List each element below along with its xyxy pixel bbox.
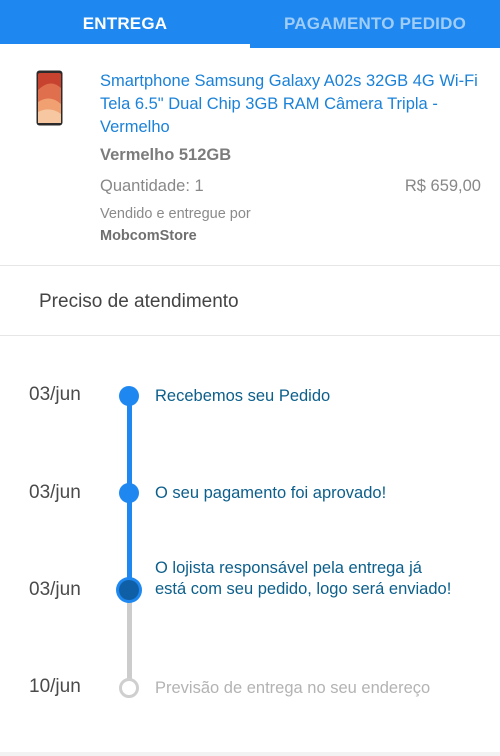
- delivery-timeline: 03/jun Recebemos seu Pedido 03/jun O seu…: [0, 336, 500, 756]
- tab-pagamento-pedido[interactable]: PAGAMENTO PEDIDO: [250, 0, 500, 48]
- timeline-date: 03/jun: [29, 579, 81, 600]
- product-price: R$ 659,00: [404, 177, 481, 195]
- seller-name: MobcomStore: [100, 228, 197, 244]
- smartphone-red-icon[interactable]: [36, 70, 63, 126]
- timeline-dot-current: [119, 580, 139, 600]
- product-variant: Vermelho 512GB: [100, 146, 232, 164]
- timeline-date: 03/jun: [29, 384, 81, 405]
- support-title: Preciso de atendimento: [39, 291, 239, 312]
- timeline-date: 03/jun: [29, 482, 81, 503]
- product-title-link[interactable]: Smartphone Samsung Galaxy A02s 32GB 4G W…: [100, 70, 490, 139]
- timeline-step-text: Recebemos seu Pedido: [155, 387, 331, 405]
- timeline-step-text: O seu pagamento foi aprovado!: [155, 484, 387, 502]
- timeline-dot-pending: [119, 678, 139, 698]
- tab-bar: ENTREGA PAGAMENTO PEDIDO: [0, 0, 500, 48]
- bottom-divider: [0, 752, 500, 756]
- timeline-dot-done: [119, 386, 139, 406]
- timeline-step-text: O lojista responsável pela entrega já es…: [155, 559, 452, 598]
- tab-entrega[interactable]: ENTREGA: [0, 0, 250, 48]
- product-quantity: Quantidade: 1: [100, 177, 204, 195]
- timeline-pending-line: [126, 592, 132, 688]
- support-row[interactable]: Preciso de atendimento: [0, 266, 500, 336]
- timeline-step-text: Previsão de entrega no seu endereço: [155, 679, 431, 697]
- order-product-card: Smartphone Samsung Galaxy A02s 32GB 4G W…: [0, 48, 500, 266]
- timeline-date: 10/jun: [29, 676, 81, 697]
- timeline-dot-done: [119, 483, 139, 503]
- seller-prefix: Vendido e entregue por: [100, 206, 251, 222]
